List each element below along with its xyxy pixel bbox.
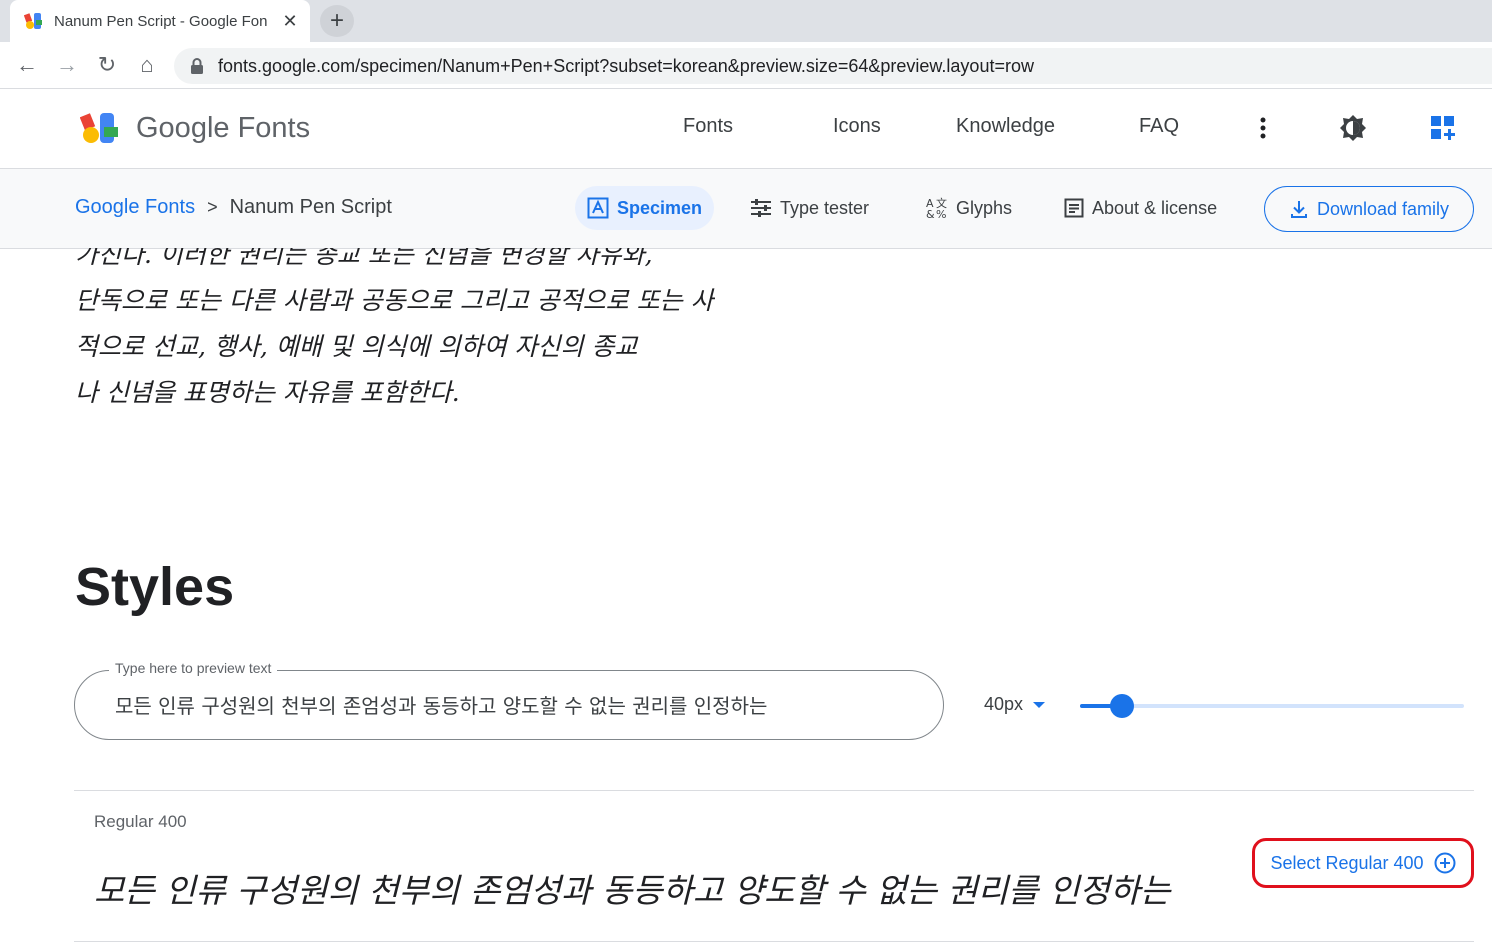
google-fonts-favicon-icon [24,13,42,29]
glyphs-icon: A 文 & % [926,197,947,219]
font-size-select[interactable]: 40px [984,694,1046,715]
nav-knowledge[interactable]: Knowledge [956,115,1055,138]
style-row-divider [74,790,1474,791]
family-subheader: Google Fonts > Nanum Pen Script Specimen… [0,169,1492,249]
download-family-label: Download family [1316,198,1450,219]
paragraph-line: 적으로 선교, 행사, 예배 및 의식에 의하여 자신의 종교 [75,332,638,361]
style-sample-text: 모든 인류 구성원의 천부의 존엄성과 동등하고 양도할 수 없는 권리를 인정… [94,871,1171,910]
select-style-label: Select Regular 400 [1270,852,1424,873]
reload-icon[interactable]: ↻ [94,52,120,78]
google-fonts-logo-icon [80,113,118,143]
tab-specimen[interactable]: Specimen [575,186,715,230]
tab-about-license-label: About & license [1092,197,1218,218]
dropdown-caret-icon [1033,701,1046,708]
preview-text-input[interactable] [115,692,915,716]
forward-arrow-icon[interactable]: → [54,52,80,78]
more-vert-icon[interactable] [1248,113,1278,143]
download-icon [1290,201,1307,218]
nav-fonts[interactable]: Fonts [683,115,733,138]
address-bar[interactable]: fonts.google.com/specimen/Nanum+Pen+Scri… [174,48,1492,84]
new-tab-button[interactable]: + [320,5,354,37]
tune-icon [751,199,771,217]
tab-specimen-label: Specimen [617,197,703,218]
download-family-button[interactable]: Download family [1264,186,1474,232]
preview-text-label: Type here to preview text [109,660,278,676]
browser-toolbar: ← → ↻ ⌂ fonts.google.com/specimen/Nanum+… [0,42,1492,89]
url-text: fonts.google.com/specimen/Nanum+Pen+Scri… [218,55,1034,76]
browser-tab[interactable]: Nanum Pen Script - Google Fon ✕ [10,0,310,42]
tab-type-tester-label: Type tester [780,197,870,218]
site-header: Google Fonts Fonts Icons Knowledge FAQ [0,89,1492,169]
lock-icon [191,58,203,74]
breadcrumb-separator: > [207,197,218,217]
font-size-value: 40px [984,694,1024,714]
tab-glyphs-label: Glyphs [956,197,1013,218]
paragraph-line: 단독으로 또는 다른 사람과 공동으로 그리고 공적으로 또는 사 [75,286,714,315]
slider-thumb[interactable] [1110,694,1135,718]
selected-families-icon[interactable] [1428,113,1458,143]
tab-type-tester[interactable]: Type tester [738,186,881,230]
back-arrow-icon[interactable]: ← [14,52,40,78]
tab-about-license[interactable]: About & license [1052,186,1229,230]
theme-toggle-icon[interactable] [1338,113,1368,143]
style-row-divider-bottom [74,941,1474,942]
font-size-slider[interactable] [1080,694,1464,718]
breadcrumb-current: Nanum Pen Script [229,196,392,218]
nav-faq[interactable]: FAQ [1139,115,1179,138]
specimen-paragraph: 가진다. 이러한 권리는 종교 또는 신념을 변경할 자유와, 단독으로 또는 … [75,248,715,416]
svg-text:%: % [936,208,946,219]
select-regular-400-button[interactable]: Select Regular 400 [1252,838,1474,888]
tab-title: Nanum Pen Script - Google Fon [54,12,268,30]
home-icon[interactable]: ⌂ [134,52,160,78]
close-tab-icon[interactable]: ✕ [280,11,300,32]
add-circle-icon [1434,852,1456,874]
styles-heading: Styles [75,557,235,617]
logo-text: Google Fonts [136,111,311,144]
tab-glyphs[interactable]: A 文 & % Glyphs [914,186,1024,230]
svg-text:&: & [926,208,935,219]
google-fonts-logo[interactable]: Google Fonts [80,111,310,145]
breadcrumb-root-link[interactable]: Google Fonts [75,196,195,219]
preview-text-field[interactable]: Type here to preview text [74,660,944,740]
paragraph-line: 나 신념을 표명하는 자유를 포함한다. [75,378,460,407]
specimen-icon [587,197,609,219]
article-icon [1064,198,1084,218]
nav-icons[interactable]: Icons [833,115,881,138]
breadcrumb: Google Fonts > Nanum Pen Script [75,196,392,219]
style-name: Regular 400 [94,812,187,831]
browser-tabstrip: Nanum Pen Script - Google Fon ✕ + [0,0,1492,42]
